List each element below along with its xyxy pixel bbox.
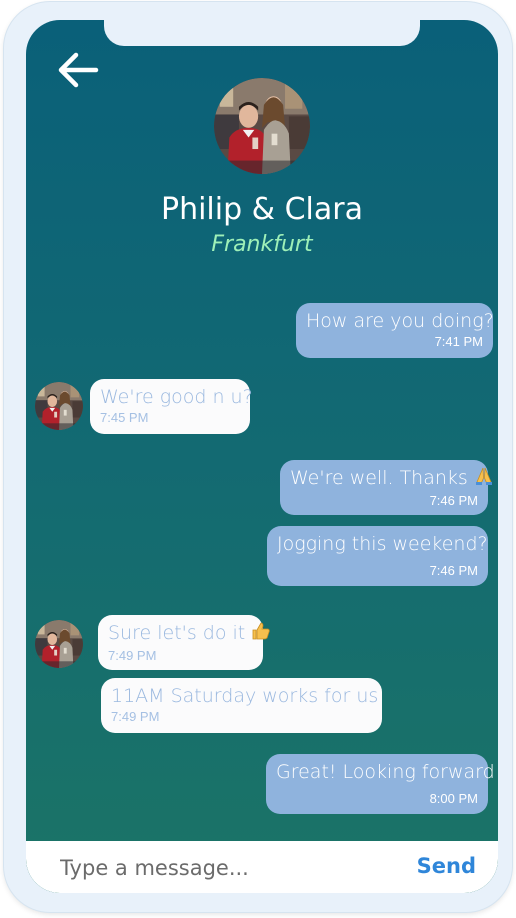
send-button[interactable]: Send (417, 854, 476, 878)
message-bubble-outgoing[interactable]: Great! Looking forward 8:00 PM (266, 754, 495, 814)
message-time: 7:45 PM (100, 410, 149, 425)
back-button[interactable] (54, 48, 102, 92)
message-time: 8:00 PM (429, 791, 478, 806)
phone-frame: Philip & Clara Frankfurt How are you doi… (4, 2, 512, 912)
message-time: 7:49 PM (111, 709, 160, 724)
sender-avatar (35, 382, 83, 430)
message-time: 7:46 PM (429, 493, 478, 508)
message-text-row: Sure let's do it (108, 621, 271, 647)
thumbs-up-icon (251, 621, 271, 647)
contact-avatar[interactable] (214, 78, 310, 174)
contact-name: Philip & Clara (160, 192, 363, 227)
sender-avatar (35, 620, 83, 668)
message-text: We're good n u? (100, 386, 253, 408)
message-input[interactable] (58, 853, 392, 883)
message-time: 7:46 PM (429, 563, 478, 578)
message-time: 7:41 PM (434, 334, 483, 349)
message-bubble-incoming[interactable]: Sure let's do it 7:49 PM (98, 615, 271, 670)
message-text-row: We're well. Thanks (290, 466, 492, 492)
message-bubble-outgoing[interactable]: Jogging this weekend? 7:46 PM (267, 526, 488, 586)
message-text: How are you doing? (306, 310, 494, 332)
folded-hands-icon (474, 466, 494, 492)
message-bubble-outgoing[interactable]: We're well. Thanks 7:46 PM (280, 460, 492, 515)
message-composer: Send (26, 841, 498, 893)
message-text: We're well. Thanks (290, 467, 468, 489)
message-bubble-incoming[interactable]: We're good n u? 7:45 PM (90, 379, 253, 434)
message-text: 11AM Saturday works for us (111, 685, 379, 707)
message-text: Great! Looking forward (276, 761, 495, 783)
message-bubble-incoming[interactable]: 11AM Saturday works for us 7:49 PM (101, 678, 382, 733)
contact-location: Frankfurt (211, 232, 313, 257)
phone-notch (104, 18, 420, 46)
arrow-left-icon (58, 52, 99, 88)
message-text: Sure let's do it (108, 622, 246, 644)
message-bubble-outgoing[interactable]: How are you doing? 7:41 PM (296, 303, 494, 358)
chat-screen: Philip & Clara Frankfurt How are you doi… (26, 20, 498, 893)
message-time: 7:49 PM (108, 648, 157, 663)
message-text: Jogging this weekend? (277, 533, 488, 555)
